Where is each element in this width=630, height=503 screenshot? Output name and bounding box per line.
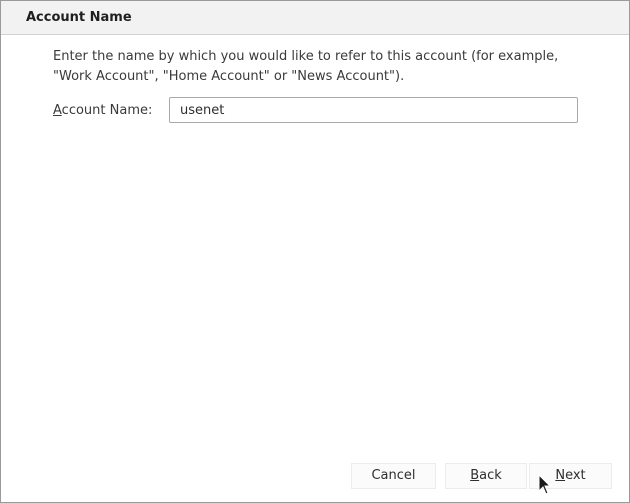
next-button-accesskey: N <box>555 468 566 483</box>
page-title: Account Name <box>26 10 132 25</box>
back-button[interactable]: Back <box>445 463 527 489</box>
account-name-label: Account Name: <box>53 103 152 118</box>
mouse-pointer-icon <box>538 474 552 495</box>
cancel-button[interactable]: Cancel <box>351 463 436 489</box>
description-text: Enter the name by which you would like t… <box>53 49 559 84</box>
account-name-label-accesskey: A <box>53 103 62 118</box>
account-name-input[interactable] <box>169 97 578 123</box>
next-button-label-rest: ext <box>565 468 586 483</box>
back-button-accesskey: B <box>470 468 480 483</box>
back-button-label-rest: ack <box>479 468 502 483</box>
account-name-label-rest: ccount Name: <box>61 103 153 118</box>
cancel-button-label: Cancel <box>371 468 416 483</box>
page-header: Account Name <box>1 1 629 35</box>
account-wizard-dialog: Account Name Enter the name by which you… <box>0 0 630 503</box>
